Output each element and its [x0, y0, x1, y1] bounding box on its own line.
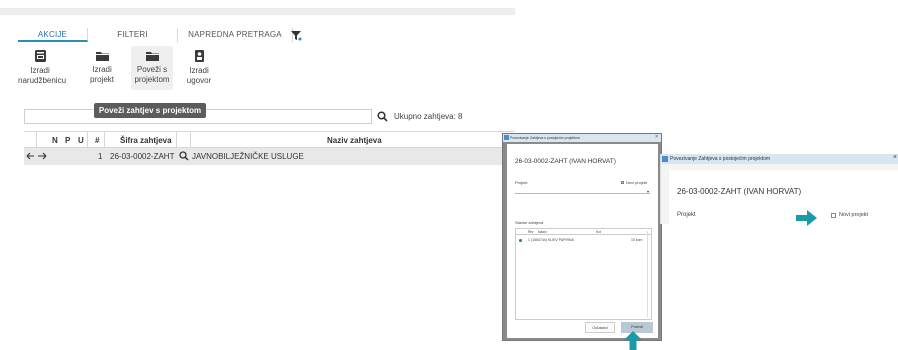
arrow-right-icon: [796, 210, 817, 226]
folder-link-icon: [145, 52, 159, 61]
dialog-title: Povezivanje Zahtjeva s postojećim projek…: [661, 154, 898, 164]
col-n[interactable]: N: [52, 136, 58, 145]
search-icon[interactable]: [179, 151, 189, 161]
app-icon: [662, 156, 668, 162]
tab-bar: AKCIJE FILTERI NAPREDNA PRETRAGA: [18, 28, 293, 42]
folder-icon: [95, 52, 109, 61]
close-icon[interactable]: ×: [655, 134, 658, 140]
stavke-label: Stavke zahtjeva: [515, 220, 544, 225]
row-naziv: JAVNOBILJEŽNIČKE USLUGE: [192, 152, 304, 161]
link-project-label: Poveži s projektom: [134, 65, 170, 84]
top-bar: [0, 8, 515, 15]
col-rbr: Rbr: [528, 230, 534, 234]
arrow-up-icon: [624, 331, 642, 350]
close-icon[interactable]: ×: [893, 154, 897, 161]
col-naziv: Naziv: [538, 230, 547, 234]
grid-header: N P U # Šifra zahtjeva Naziv zahtjeva: [24, 131, 515, 148]
link-project-button[interactable]: Poveži s projektom: [131, 46, 173, 90]
col-num[interactable]: #: [95, 136, 99, 145]
projekt-label: Projekt: [677, 212, 696, 218]
create-project-button[interactable]: Izradi projekt: [85, 49, 119, 84]
item-qty: 10 kom: [631, 238, 643, 242]
main-window: AKCIJE FILTERI NAPREDNA PRETRAGA Izradi …: [0, 0, 515, 168]
cancel-button[interactable]: Odustani: [585, 322, 615, 333]
novi-projekt-checkbox[interactable]: [831, 213, 836, 218]
contract-icon: [194, 50, 204, 62]
novi-projekt-label: Novi projekt: [626, 180, 648, 185]
col-naziv[interactable]: Naziv zahtjeva: [327, 136, 382, 145]
dialog-heading: 26-03-0002-ZAHT (IVAN HORVAT): [677, 187, 802, 196]
create-order-button[interactable]: Izradi narudžbenicu: [18, 49, 67, 85]
col-p[interactable]: P: [65, 136, 70, 145]
item-text: 1 (1554744) KLIEV PAPIRNA: [528, 238, 574, 242]
dialog-body: 26-03-0002-ZAHT (IVAN HORVAT) Projekt No…: [507, 144, 658, 338]
total-requests: Ukupno zahtjeva: 8: [394, 112, 463, 121]
filter-icon[interactable]: [291, 30, 302, 41]
search-icon[interactable]: [377, 111, 388, 122]
link-project-dialog-preview: Povezivanje Zahtjeva s postojećim projek…: [502, 133, 662, 341]
arrows-icon[interactable]: [26, 151, 48, 161]
col-sifra[interactable]: Šifra zahtjeva: [120, 136, 172, 145]
table-row[interactable]: 1 26-03-0002-ZAHT JAVNOBILJEŽNIČKE USLUG…: [24, 148, 515, 165]
dialog-title: Povezivanje Zahtjeva s postojećim projek…: [503, 134, 661, 142]
app-icon: [504, 135, 509, 140]
col-kol: Kol: [596, 230, 602, 234]
dialog-body: 26-03-0002-ZAHT (IVAN HORVAT) Projekt No…: [669, 170, 898, 224]
tooltip: Poveži zahtjev s projektom: [94, 103, 206, 118]
tab-napredna-pretraga[interactable]: NAPREDNA PRETRAGA: [178, 28, 293, 42]
cart-icon: [34, 50, 46, 62]
scrollbar[interactable]: [647, 231, 650, 317]
create-contract-label: Izradi ugovor: [186, 66, 212, 85]
tab-akcije[interactable]: AKCIJE: [18, 28, 88, 42]
create-project-label: Izradi projekt: [89, 65, 114, 84]
row-sifra: 26-03-0002-ZAHT: [110, 152, 175, 161]
items-grid: Rbr Naziv Kol 1 (1554744) KLIEV PAPIRNA …: [515, 228, 652, 320]
novi-projekt-label: Novi projekt: [839, 212, 869, 218]
projekt-select[interactable]: ▾: [515, 188, 650, 194]
create-order-label: Izradi narudžbenicu: [18, 66, 67, 85]
link-project-dialog-zoom: Povezivanje Zahtjeva s postojećim projek…: [660, 154, 898, 224]
projekt-label: Projekt: [515, 180, 528, 185]
novi-projekt-checkbox[interactable]: [621, 181, 624, 184]
create-contract-button[interactable]: Izradi ugovor: [182, 49, 216, 85]
tab-filteri[interactable]: FILTERI: [88, 28, 178, 42]
col-u[interactable]: U: [78, 136, 84, 145]
items-grid-header: Rbr Naziv Kol: [516, 229, 652, 235]
item-status-dot: [519, 239, 522, 242]
row-num: 1: [98, 152, 103, 161]
dialog-heading: 26-03-0002-ZAHT (IVAN HORVAT): [515, 158, 616, 165]
